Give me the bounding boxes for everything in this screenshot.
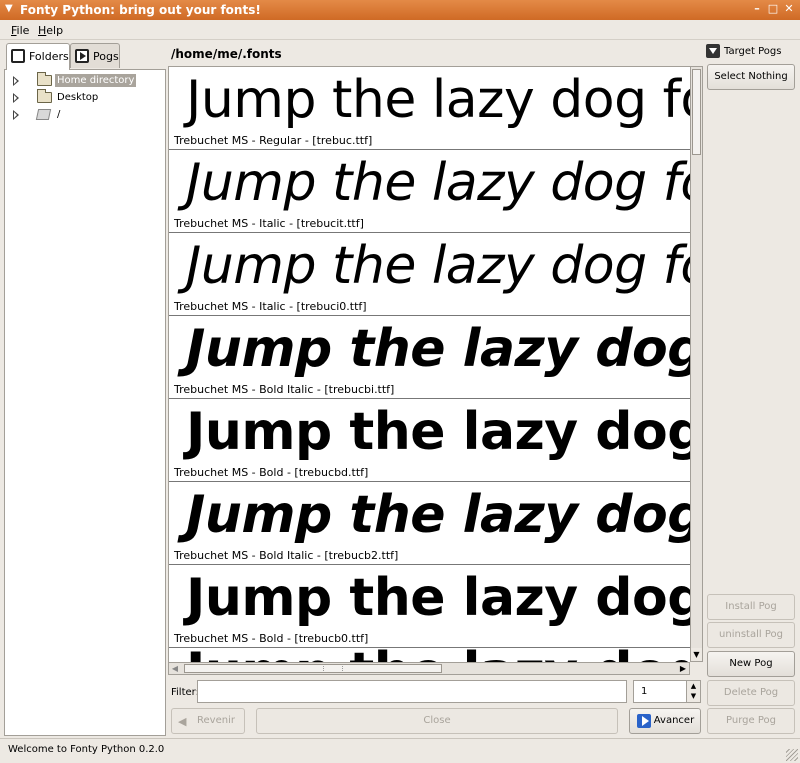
maximize-icon[interactable]: □ bbox=[766, 2, 780, 16]
tree-item-root[interactable]: / bbox=[5, 107, 165, 123]
tree-item-desktop[interactable]: Desktop bbox=[5, 89, 165, 106]
tab-pogs-label: Pogs bbox=[93, 50, 119, 63]
tab-folders[interactable]: Folders bbox=[6, 43, 70, 70]
font-caption: Trebuchet MS - Bold Italic - [trebucbi.t… bbox=[174, 383, 395, 396]
font-caption: Trebuchet MS - Bold Italic - [trebucb2.t… bbox=[174, 549, 399, 562]
page-spinner-value: 1 bbox=[641, 686, 648, 697]
back-button[interactable]: ◀ Revenir bbox=[171, 708, 245, 734]
scroll-right-icon[interactable]: ▶ bbox=[677, 663, 689, 674]
font-sample: Jump the lazy dog fonts bbox=[186, 236, 690, 296]
window-title: Fonty Python: bring out your fonts! bbox=[20, 3, 261, 17]
purge-pog-button[interactable]: Purge Pog bbox=[707, 708, 795, 734]
left-pane: Folders Pogs Home directory Desktop / bbox=[4, 43, 166, 736]
tab-pogs[interactable]: Pogs bbox=[70, 43, 120, 68]
font-caption: Trebuchet MS - Bold - [trebucb0.ttf] bbox=[174, 632, 369, 645]
vertical-scrollbar[interactable]: ▼ bbox=[690, 66, 703, 662]
forward-arrow-icon bbox=[637, 714, 651, 728]
folder-icon bbox=[37, 72, 52, 86]
font-sample: Jump the lazy dog fonts bbox=[186, 70, 690, 130]
new-pog-label: New Pog bbox=[729, 658, 773, 669]
target-pogs-icon bbox=[706, 44, 720, 58]
filter-input[interactable] bbox=[197, 680, 627, 703]
select-nothing-label: Select Nothing bbox=[714, 71, 788, 82]
filter-label: Filter: bbox=[171, 687, 199, 698]
font-entry[interactable]: Jump the lazy dog fonts Trebuchet MS - B… bbox=[169, 482, 690, 565]
drive-icon bbox=[35, 109, 52, 120]
delete-pog-button[interactable]: Delete Pog bbox=[707, 680, 795, 706]
font-sample: Jump the lazy dog fonts bbox=[186, 153, 690, 213]
forward-button[interactable]: Avancer bbox=[629, 708, 701, 734]
font-sample: Jump the lazy dog fonts bbox=[186, 568, 690, 628]
delete-pog-label: Delete Pog bbox=[723, 687, 779, 698]
font-preview-list[interactable]: Jump the lazy dog fonts Trebuchet MS - R… bbox=[168, 66, 690, 662]
menu-bar: File Help bbox=[0, 20, 800, 40]
page-spinner[interactable]: 1 ▲ ▼ bbox=[633, 680, 701, 703]
menu-file[interactable]: File bbox=[11, 24, 29, 37]
font-sample: Jump the lazy dog fonts bbox=[186, 319, 690, 379]
menu-help[interactable]: Help bbox=[38, 24, 63, 37]
font-entry[interactable]: Jump the lazy dog fonts Trebuchet MS - B… bbox=[169, 565, 690, 648]
font-sample: Jump the lazy dog fonts bbox=[186, 402, 690, 462]
resize-grip-icon[interactable] bbox=[786, 749, 798, 761]
tree-item-label: Desktop bbox=[57, 92, 99, 103]
font-caption: Trebuchet MS - Regular - [trebuc.ttf] bbox=[174, 134, 373, 147]
select-nothing-button[interactable]: Select Nothing bbox=[707, 64, 795, 90]
font-caption: Trebuchet MS - Italic - [trebucit.ttf] bbox=[174, 217, 364, 230]
scroll-grip bbox=[323, 666, 343, 671]
current-path: /home/me/.fonts bbox=[171, 47, 282, 61]
menu-help-label: elp bbox=[46, 24, 64, 37]
font-entry[interactable]: Jump the lazy dog fonts Trebuchet MS - B… bbox=[169, 399, 690, 482]
uninstall-pog-label: uninstall Pog bbox=[719, 629, 783, 640]
target-pogs-header: Target Pogs bbox=[724, 46, 782, 57]
font-sample: Jump the lazy dog fonts bbox=[186, 485, 690, 545]
font-entry-partial[interactable]: Jump the lazy dog fonts bbox=[169, 648, 690, 662]
scroll-left-icon[interactable]: ◀ bbox=[169, 663, 181, 674]
close-icon[interactable]: ✕ bbox=[782, 2, 796, 16]
font-entry[interactable]: Jump the lazy dog fonts Trebuchet MS - I… bbox=[169, 150, 690, 233]
status-bar: Welcome to Fonty Python 0.2.0 bbox=[0, 738, 800, 763]
tab-folders-label: Folders bbox=[29, 50, 69, 63]
pogs-tab-icon bbox=[75, 49, 89, 63]
horizontal-scroll-thumb[interactable] bbox=[184, 664, 442, 673]
folder-icon bbox=[37, 89, 52, 103]
vertical-scroll-thumb[interactable] bbox=[692, 69, 701, 155]
font-caption: Trebuchet MS - Italic - [trebuci0.ttf] bbox=[174, 300, 367, 313]
status-text: Welcome to Fonty Python 0.2.0 bbox=[8, 744, 165, 755]
install-pog-label: Install Pog bbox=[725, 601, 777, 612]
font-entry[interactable]: Jump the lazy dog fonts Trebuchet MS - R… bbox=[169, 67, 690, 150]
spinner-arrows-icon[interactable]: ▲ ▼ bbox=[686, 681, 700, 702]
purge-pog-label: Purge Pog bbox=[726, 715, 776, 726]
uninstall-pog-button[interactable]: uninstall Pog bbox=[707, 622, 795, 648]
font-sample: Jump the lazy dog fonts bbox=[186, 648, 690, 662]
folder-tree: Home directory Desktop / bbox=[4, 69, 166, 736]
tree-item-label: / bbox=[57, 109, 61, 120]
tree-item-label: Home directory bbox=[55, 74, 137, 87]
new-pog-button[interactable]: New Pog bbox=[707, 651, 795, 677]
menu-file-label: ile bbox=[16, 24, 30, 37]
font-entry[interactable]: Jump the lazy dog fonts Trebuchet MS - I… bbox=[169, 233, 690, 316]
minimize-icon[interactable]: – bbox=[750, 2, 764, 16]
font-caption: Trebuchet MS - Bold - [trebucbd.ttf] bbox=[174, 466, 369, 479]
install-pog-button[interactable]: Install Pog bbox=[707, 594, 795, 620]
title-bar: ▼ Fonty Python: bring out your fonts! – … bbox=[0, 0, 800, 20]
close-button[interactable]: Close bbox=[256, 708, 618, 734]
window-menu-icon[interactable]: ▼ bbox=[5, 3, 13, 14]
back-arrow-icon: ◀ bbox=[178, 715, 187, 728]
folders-tab-icon bbox=[11, 49, 25, 63]
font-entry[interactable]: Jump the lazy dog fonts Trebuchet MS - B… bbox=[169, 316, 690, 399]
horizontal-scrollbar[interactable]: ◀ ▶ bbox=[168, 662, 690, 675]
close-button-label: Close bbox=[423, 715, 451, 726]
tree-item-home[interactable]: Home directory bbox=[5, 72, 165, 89]
scroll-down-icon[interactable]: ▼ bbox=[691, 648, 702, 661]
